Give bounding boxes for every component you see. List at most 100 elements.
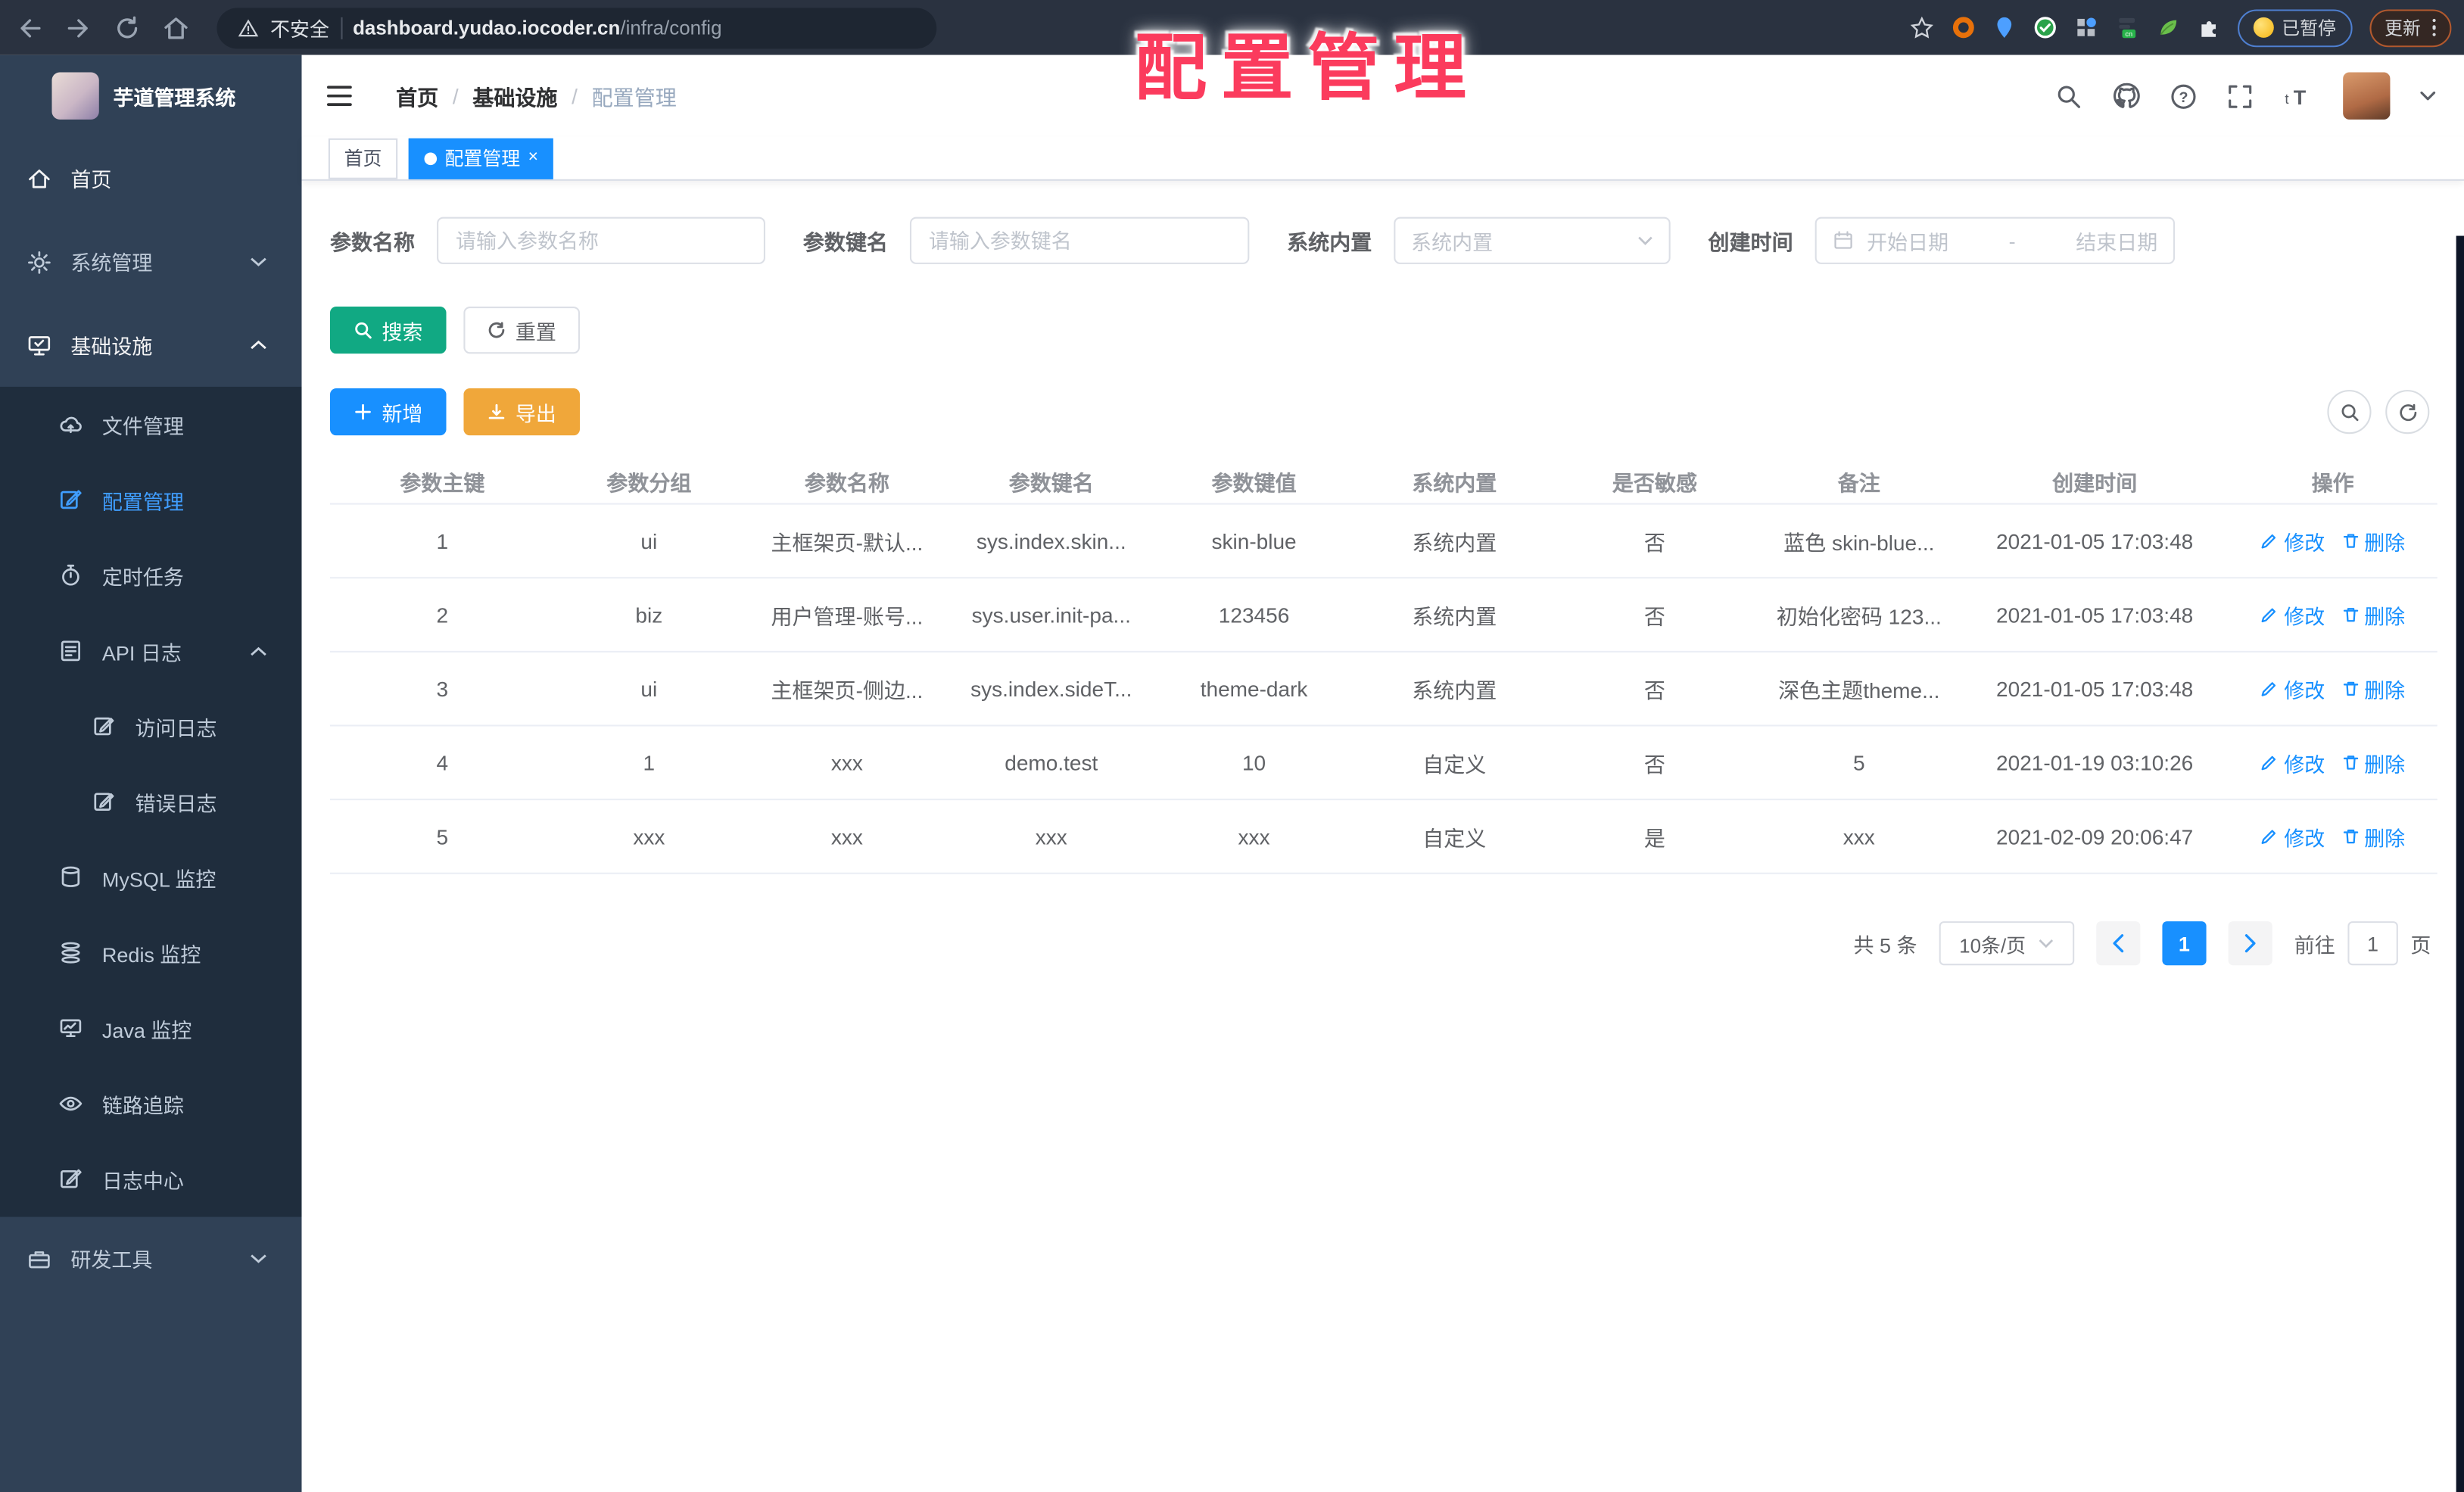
extension-grid-icon[interactable] [2074,16,2098,39]
refresh-icon [2399,403,2416,421]
collapse-sidebar-icon[interactable] [324,80,356,112]
edit-link[interactable]: 修改 [2260,526,2325,556]
edit-link[interactable]: 修改 [2260,600,2325,629]
refresh-table-button[interactable] [2385,390,2430,435]
sidebar-item-dev-tools[interactable]: 研发工具 [0,1217,302,1300]
search-icon [355,322,372,339]
help-icon[interactable]: ? [2170,83,2197,109]
extension-puzzle-icon[interactable] [2197,16,2220,39]
browser-update-button[interactable]: 更新 [2369,8,2452,47]
sidebar-item-system[interactable]: 系统管理 [0,220,302,304]
timer-icon [62,564,79,586]
github-icon[interactable] [2112,82,2140,110]
extension-pin-icon[interactable] [1992,16,2016,39]
sidebar-item-redis-monitor[interactable]: Redis 监控 [0,915,302,991]
trash-icon [2342,608,2358,622]
forward-icon[interactable] [64,14,92,42]
extension-icon[interactable] [1952,16,1975,39]
pagination: 共 5 条 10条/页 1 前往 页 [330,921,2433,966]
param-name-input[interactable] [437,216,765,264]
edit-link[interactable]: 修改 [2260,674,2325,703]
scrollbar[interactable] [2456,235,2464,1492]
param-key-input[interactable] [909,216,1250,264]
search-icon[interactable] [2055,83,2082,109]
date-end-placeholder: 结束日期 [2076,230,2158,254]
date-range-picker[interactable]: 开始日期 - 结束日期 [1815,216,2176,264]
caret-down-icon[interactable] [2420,91,2436,101]
fullscreen-icon[interactable] [2227,83,2254,109]
breadcrumb-infra[interactable]: 基础设施 [472,80,557,112]
tab-config-management[interactable]: 配置管理 × [408,137,554,179]
delete-link[interactable]: 删除 [2341,526,2405,556]
extension-translate-icon[interactable]: cn [2115,16,2138,39]
tab-home[interactable]: 首页 [328,137,398,179]
address-bar[interactable]: 不安全 dashboard.yudao.iocoder.cn/infra/con… [216,7,937,48]
create-time-label: 创建时间 [1708,231,1793,255]
app-title: 芋道管理系统 [113,86,236,110]
tab-close-icon[interactable]: × [528,148,538,167]
gear-icon [28,250,51,273]
edit-pencil-icon [2262,534,2277,549]
translate-paused-pill[interactable]: 已暂停 [2238,8,2352,47]
prev-page-button[interactable] [2096,921,2141,966]
goto-label: 前往 [2294,933,2335,957]
sidebar-item-scheduled-tasks[interactable]: 定时任务 [0,537,302,613]
system-builtin-select[interactable]: 系统内置 [1394,216,1671,264]
delete-link[interactable]: 删除 [2341,748,2405,777]
table-toolbar: 新增 导出 [329,388,2433,436]
search-icon [2341,403,2358,421]
sidebar-item-api-log[interactable]: API 日志 [0,613,302,689]
chevron-down-icon [2039,939,2054,948]
user-avatar[interactable] [2343,72,2391,120]
next-page-button[interactable] [2228,921,2272,966]
reset-button[interactable]: 重置 [463,306,581,354]
toggle-search-button[interactable] [2327,390,2372,435]
edit-pencil-icon [2262,830,2277,844]
search-button-row: 搜索 重置 [329,306,2433,354]
sidebar-item-error-log[interactable]: 错误日志 [0,764,302,839]
monitor-icon [28,335,51,355]
chevron-up-icon [251,340,266,350]
url-separator [340,16,342,39]
breadcrumb-home[interactable]: 首页 [396,80,438,112]
edit-pencil-icon [2262,608,2277,623]
sidebar-item-file-management[interactable]: 文件管理 [0,387,302,463]
current-page[interactable]: 1 [2162,921,2207,966]
chevron-down-icon [1638,236,1653,245]
sidebar-item-infra[interactable]: 基础设施 [0,304,302,387]
delete-link[interactable]: 删除 [2341,821,2405,851]
sidebar-item-mysql-monitor[interactable]: MySQL 监控 [0,839,302,915]
main-area: 首页 / 基础设施 / 配置管理 ? tT 首页 配置管理 × 参数名称 请输入… [301,55,2464,1492]
goto-page-input[interactable] [2347,921,2398,966]
sidebar-item-java-monitor[interactable]: Java 监控 [0,990,302,1066]
sidebar-item-home[interactable]: 首页 [0,137,302,220]
reload-icon[interactable] [113,14,141,42]
back-icon[interactable] [16,14,44,42]
app-logo[interactable]: 芋道管理系统 [0,55,302,137]
export-button[interactable]: 导出 [463,388,581,436]
sidebar-item-trace[interactable]: 链路追踪 [0,1066,302,1142]
extension-leaf-icon[interactable] [2156,16,2179,39]
search-button[interactable]: 搜索 [329,306,447,354]
insecure-label: 不安全 [270,18,329,41]
delete-link[interactable]: 删除 [2341,674,2405,703]
paused-label: 已暂停 [2282,19,2336,39]
delete-link[interactable]: 删除 [2341,600,2405,629]
sidebar-item-config-management[interactable]: 配置管理 [0,463,302,538]
trash-icon [2342,534,2358,548]
edit-link[interactable]: 修改 [2260,748,2325,777]
font-size-icon[interactable]: tT [2283,83,2313,109]
add-button[interactable]: 新增 [329,388,447,436]
chevron-down-icon [251,257,266,266]
home-icon[interactable] [162,14,190,42]
sidebar-item-access-log[interactable]: 访问日志 [0,689,302,765]
extension-check-icon[interactable] [2033,16,2057,39]
bookmark-star-icon[interactable] [1909,15,1934,40]
header-actions: ? tT [2055,72,2436,120]
cloud-upload-icon [60,416,82,434]
active-tab-dot [424,151,438,165]
page-size-select[interactable]: 10条/页 [1939,921,2075,966]
edit-link[interactable]: 修改 [2260,821,2325,851]
sidebar-item-log-center[interactable]: 日志中心 [0,1142,302,1217]
browser-menu-icon[interactable] [2431,18,2436,37]
